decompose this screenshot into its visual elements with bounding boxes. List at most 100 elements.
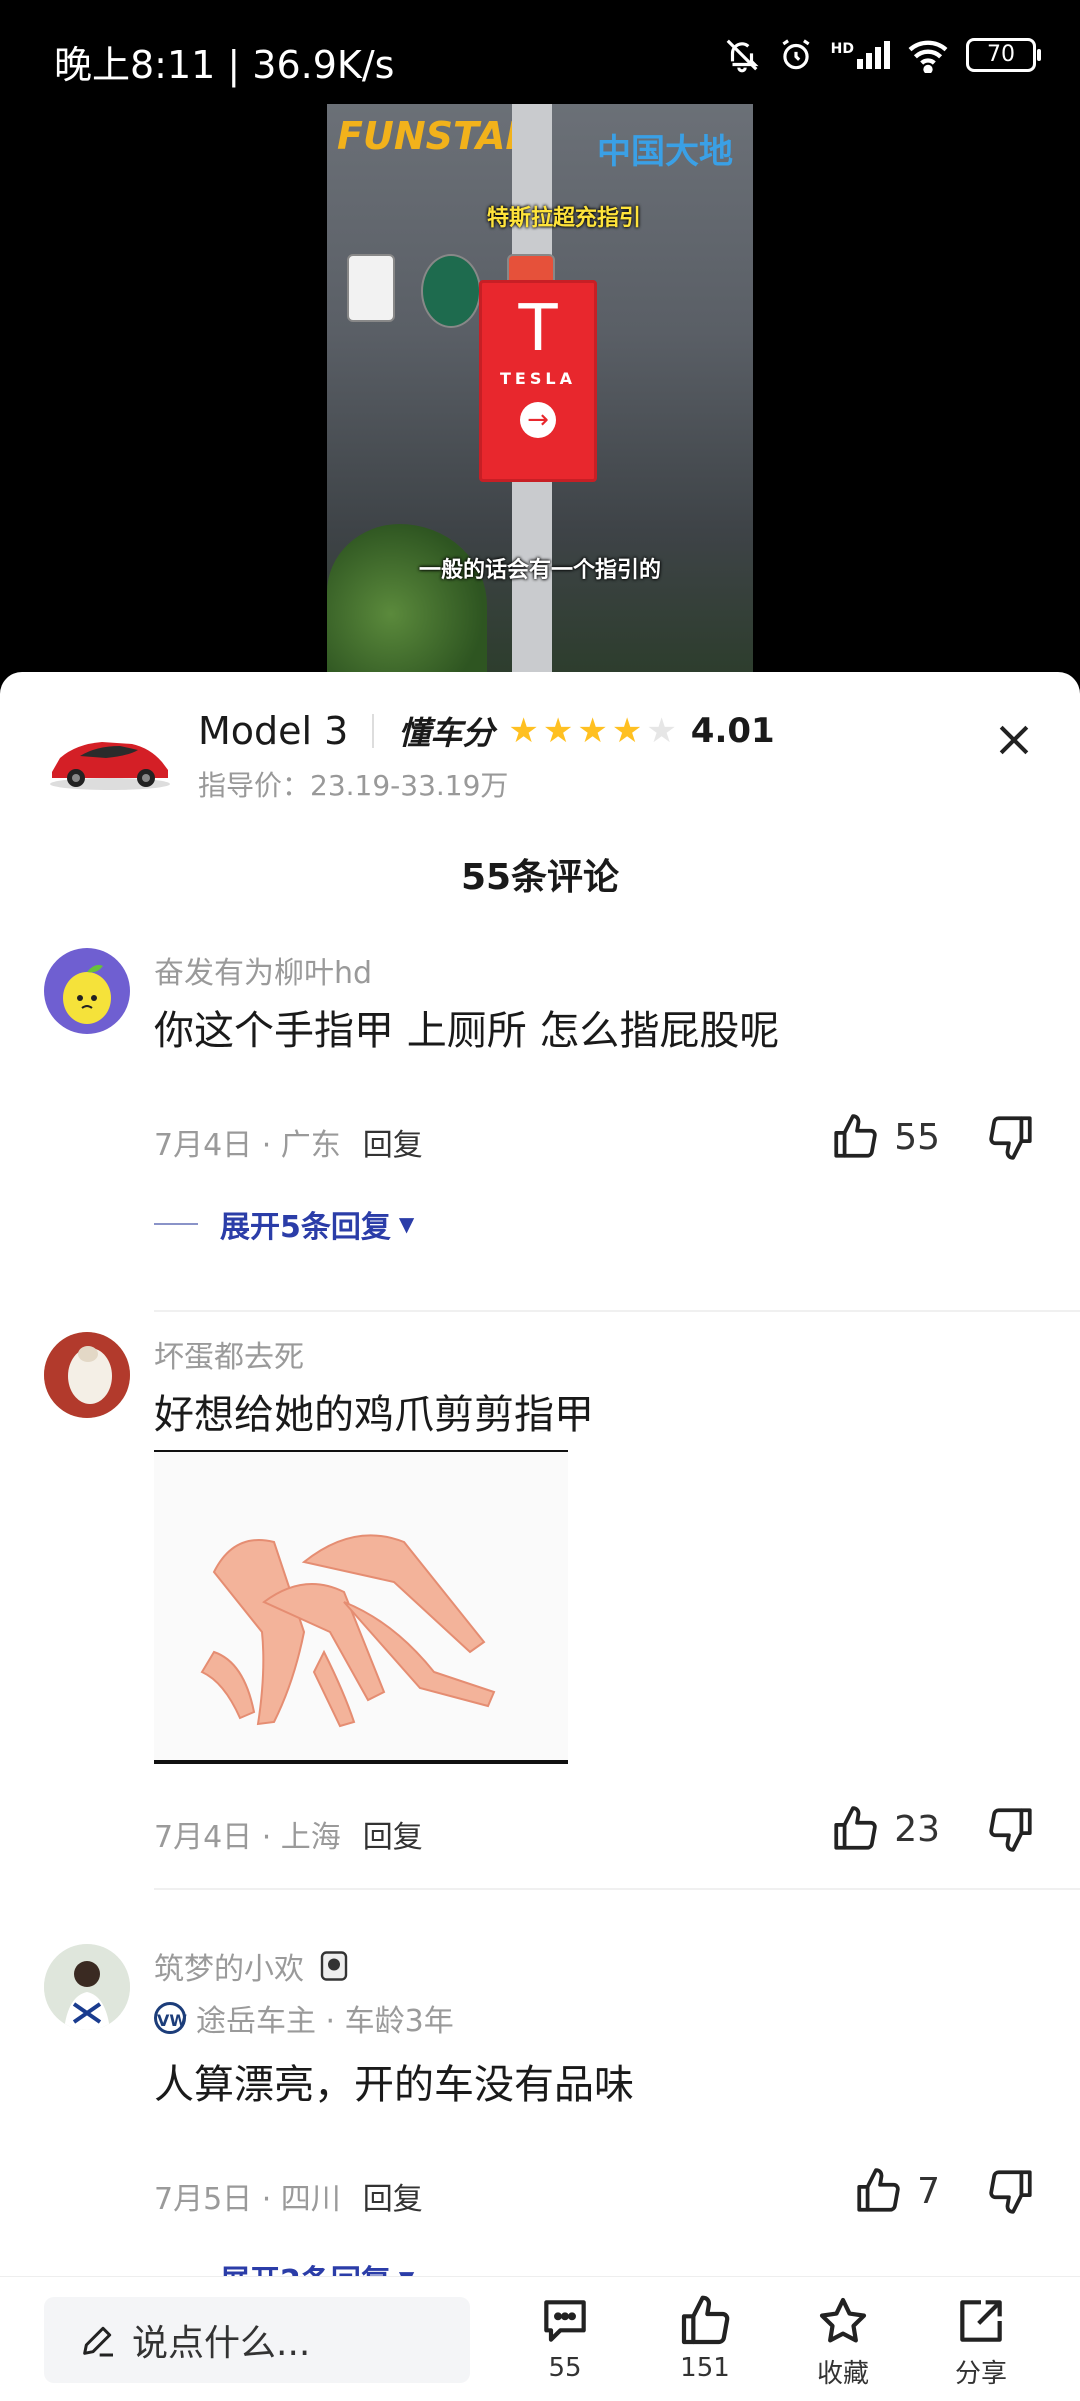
status-time: 晚上8:11 | 36.9K/s: [54, 43, 395, 87]
reply-button[interactable]: 回复: [363, 1820, 423, 1855]
triangle-down-icon: ▼: [398, 1212, 415, 1236]
comment-item: 坏蛋都去死 好想给她的鸡爪剪剪指甲 7月4日 · 上海 回复 23: [0, 1332, 1080, 1892]
rating-score: 4.01: [690, 711, 775, 751]
network-label: HD: [830, 41, 854, 57]
avatar[interactable]: [44, 948, 130, 1034]
close-icon[interactable]: [992, 718, 1036, 762]
divider: [154, 1888, 1080, 1890]
car-owner-badge[interactable]: VW 途岳车主 · 车龄3年: [154, 1996, 454, 2040]
like-button[interactable]: 55: [830, 1112, 940, 1162]
comment-date-location: 7月4日 · 广东: [154, 1128, 341, 1163]
comments-count: 55: [548, 2353, 582, 2383]
star-icon: ★: [611, 711, 643, 751]
starbucks-logo: [421, 254, 481, 328]
expand-replies-button[interactable]: 展开5条回复 ▼: [154, 1202, 414, 1246]
hd-signal-icon: HD: [831, 41, 890, 69]
like-count: 55: [894, 1116, 940, 1158]
rating-stars: ★ ★ ★ ★ ★: [508, 711, 676, 751]
battery-level: 70: [987, 42, 1015, 67]
username-text: 筑梦的小欢: [154, 1952, 304, 1987]
car-title-row: Model 3 懂车分 ★ ★ ★ ★ ★ 4.01: [198, 708, 775, 754]
comment-bubble-icon: [544, 2300, 586, 2342]
tesla-brand-text: TESLA: [500, 369, 576, 388]
comment-item: 奋发有为柳叶hd 你这个手指甲 上厕所 怎么揩屁股呢 7月4日 · 广东 回复 5…: [0, 948, 1080, 1328]
video-plant: [327, 524, 487, 674]
avatar[interactable]: [44, 1332, 130, 1418]
video-sign-funstar: FUNSTAR: [337, 114, 535, 158]
like-post-button[interactable]: 151: [660, 2293, 750, 2383]
rating-brand: 懂车分: [398, 714, 495, 752]
comment-text: 你这个手指甲 上厕所 怎么揩屁股呢: [154, 1008, 780, 1054]
car-info-header[interactable]: Model 3 懂车分 ★ ★ ★ ★ ★ 4.01 指导价：23.19-33.…: [0, 672, 1080, 822]
wifi-icon: [908, 40, 948, 73]
thumbs-up-icon: [834, 1806, 877, 1850]
avatar[interactable]: [44, 1944, 130, 2030]
thumbs-down-icon[interactable]: [986, 2166, 1036, 2216]
comment-meta: 7月4日 · 上海 回复: [154, 1812, 423, 1856]
tesla-t-logo: T: [518, 292, 558, 366]
bottom-action-bar: 说点什么... 55 151 收藏 分享: [0, 2276, 1080, 2401]
thumbs-up-icon: [834, 1114, 877, 1158]
chicken-feet-image: [154, 1452, 568, 1760]
thumbs-up-icon: [857, 2168, 900, 2212]
star-icon: [819, 2297, 867, 2343]
status-bar: 晚上8:11 | 36.9K/s HD 70: [0, 0, 1080, 104]
reply-button[interactable]: 回复: [363, 2182, 423, 2217]
like-count: 23: [894, 1808, 940, 1850]
comment-username[interactable]: 坏蛋都去死: [154, 1332, 304, 1376]
reply-button[interactable]: 回复: [363, 1128, 423, 1163]
post-likes-count: 151: [680, 2353, 730, 2383]
share-label: 分享: [954, 2359, 1007, 2389]
pencil-icon: [83, 2326, 113, 2357]
silent-bell-icon: [726, 39, 759, 73]
comment-input-placeholder: 说点什么...: [132, 2323, 311, 2364]
divider: [154, 1310, 1080, 1312]
owner-badge-text: 途岳车主 · 车龄3年: [196, 2004, 454, 2039]
star-icon: ★: [508, 711, 539, 751]
vw-logo-icon: VW: [154, 2002, 187, 2034]
status-icons: HD 70: [723, 36, 1041, 74]
comment-meta: 7月4日 · 广东 回复: [154, 1120, 423, 1164]
comments-button[interactable]: 55: [520, 2293, 610, 2383]
video-caption-bottom: 一般的话会有一个指引的: [418, 558, 661, 583]
car-name: Model 3: [198, 709, 349, 753]
thumbs-down-icon[interactable]: [986, 1804, 1036, 1854]
title-separator: [372, 714, 375, 748]
share-icon: [960, 2300, 1002, 2342]
thumbs-down-icon[interactable]: [986, 1112, 1036, 1162]
comment-image[interactable]: [154, 1450, 568, 1764]
comment-input[interactable]: 说点什么...: [44, 2297, 470, 2383]
favorite-label: 收藏: [816, 2359, 869, 2389]
expand-line: [154, 1223, 198, 1225]
video-caption-top: 特斯拉超充指引: [487, 206, 642, 231]
star-empty-icon: ★: [646, 711, 677, 751]
kfc-logo: [347, 254, 395, 322]
comment-text: 人算漂亮，开的车没有品味: [154, 2062, 634, 2108]
thumbs-up-icon: [681, 2295, 730, 2345]
favorite-button[interactable]: 收藏: [798, 2293, 888, 2390]
comment-date-location: 7月4日 · 上海: [154, 1820, 341, 1855]
comment-item: 筑梦的小欢 VW 途岳车主 · 车龄3年 人算漂亮，开的车没有品味 7月5日 ·…: [0, 1944, 1080, 2299]
share-button[interactable]: 分享: [936, 2293, 1026, 2390]
like-button[interactable]: 7: [853, 2166, 940, 2216]
video-sign-cn: 中国大地: [597, 132, 733, 172]
star-icon: ★: [577, 711, 608, 751]
expand-label: 展开5条回复: [220, 1210, 391, 1245]
video-player[interactable]: FUNSTAR 中国大地 T TESLA → 特斯拉超充指引 一般的话会有一个指…: [327, 104, 753, 674]
car-thumbnail: [50, 742, 170, 790]
arrow-right-icon: →: [520, 402, 556, 438]
battery-icon: 70: [966, 38, 1041, 72]
verified-owner-icon: [320, 1951, 348, 1981]
comment-date-location: 7月5日 · 四川: [154, 2182, 341, 2217]
star-icon: ★: [542, 711, 574, 751]
comment-sheet: Model 3 懂车分 ★ ★ ★ ★ ★ 4.01 指导价：23.19-33.…: [0, 672, 1080, 2400]
tesla-sign: T TESLA →: [479, 280, 597, 482]
like-button[interactable]: 23: [830, 1804, 940, 1854]
comment-username[interactable]: 筑梦的小欢: [154, 1944, 352, 1988]
comments-count-title: 55条评论: [460, 857, 620, 898]
like-count: 7: [917, 2170, 940, 2212]
comment-username[interactable]: 奋发有为柳叶hd: [154, 948, 372, 992]
comment-meta: 7月5日 · 四川 回复: [154, 2174, 423, 2218]
car-price: 指导价：23.19-33.19万: [198, 769, 509, 802]
comment-text: 好想给她的鸡爪剪剪指甲: [154, 1392, 594, 1438]
